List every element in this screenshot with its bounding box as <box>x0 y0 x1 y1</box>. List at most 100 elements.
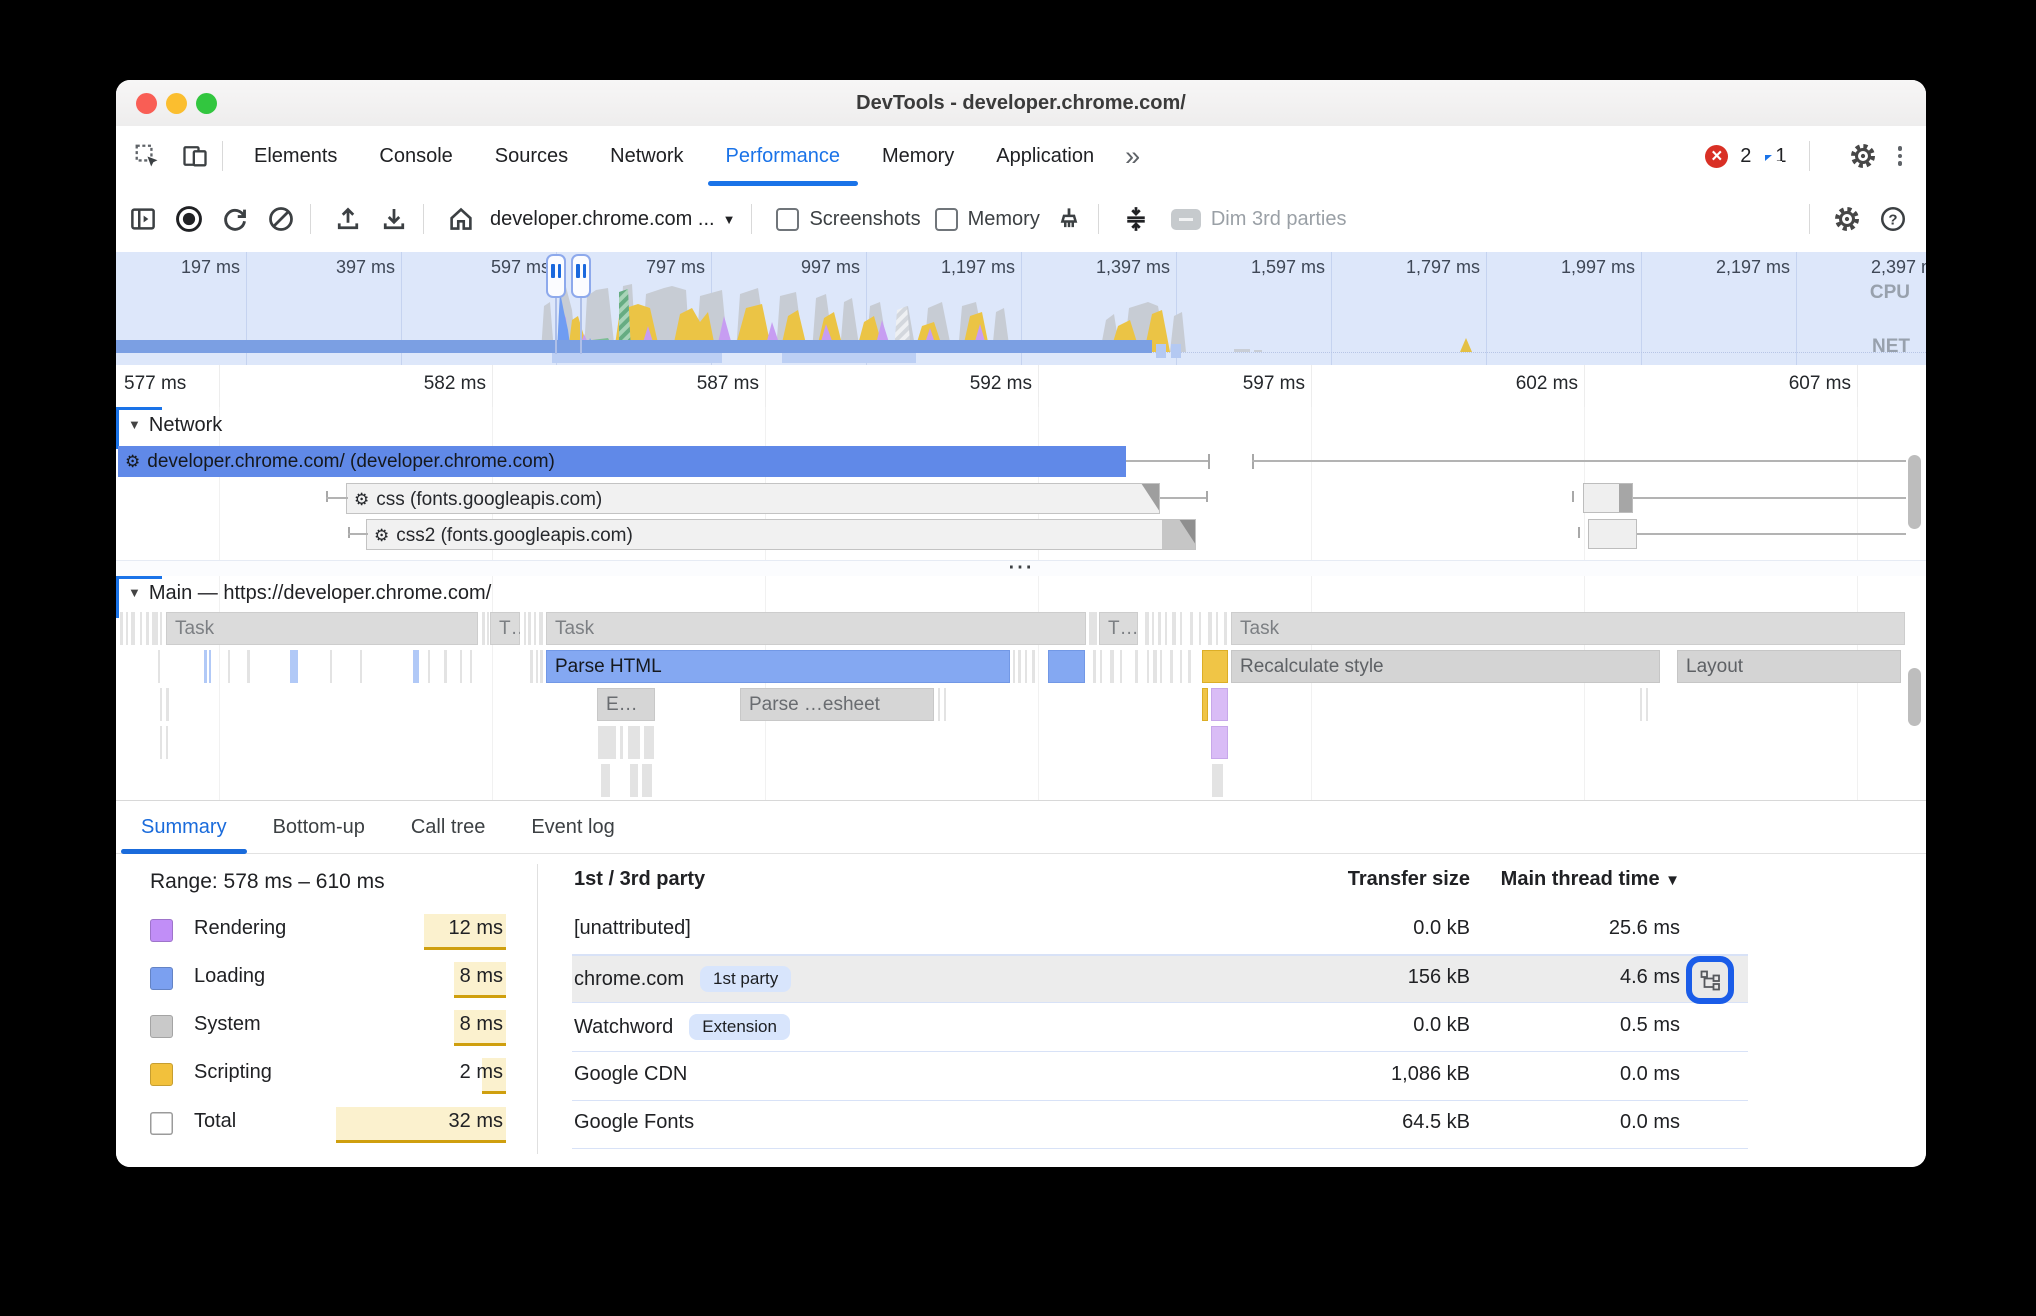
network-request-bar[interactable]: ⚙developer.chrome.com/ (developer.chrome… <box>118 446 1126 477</box>
selection-handle-left[interactable] <box>546 254 566 298</box>
legend-swatch[interactable] <box>150 1015 173 1038</box>
track-gridline <box>1857 407 1858 560</box>
vertical-scrollbar-thumb[interactable] <box>1908 668 1921 726</box>
detail-time-ruler[interactable]: 577 ms582 ms587 ms592 ms597 ms602 ms607 … <box>116 365 1926 408</box>
screenshots-label[interactable]: Screenshots <box>809 208 920 231</box>
upload-profile-icon[interactable] <box>329 200 367 238</box>
reload-record-icon[interactable] <box>216 200 254 238</box>
ruler-gridline <box>219 365 220 407</box>
tab-call-tree[interactable]: Call tree <box>388 801 508 854</box>
task-bar[interactable]: Task <box>166 612 478 645</box>
parse-html-bar[interactable] <box>1048 650 1085 683</box>
clear-icon[interactable] <box>262 200 300 238</box>
device-toolbar-icon[interactable] <box>178 139 212 173</box>
request-box[interactable] <box>1588 519 1637 549</box>
panel-settings-gear-icon[interactable] <box>1828 200 1866 238</box>
collapse-triangle-icon[interactable]: ▼ <box>128 585 141 600</box>
task-bar[interactable]: Recalculate style <box>1231 650 1660 683</box>
task-sliver <box>146 612 149 645</box>
timeline-overview[interactable]: 197 ms397 ms597 ms797 ms997 ms1,197 ms1,… <box>116 252 1926 366</box>
tab-sources[interactable]: Sources <box>474 126 589 186</box>
annotation-ring-icon[interactable] <box>1686 956 1734 1004</box>
legend-value: 8 ms <box>457 1013 506 1036</box>
net-activity-segment <box>782 353 916 363</box>
screenshots-checkbox[interactable] <box>776 208 799 231</box>
legend-row: Rendering12 ms <box>150 914 506 950</box>
task-bar[interactable]: E… <box>597 688 655 721</box>
gear-icon: ⚙ <box>354 490 369 509</box>
home-icon[interactable] <box>442 200 480 238</box>
window-titlebar: DevTools - developer.chrome.com/ <box>116 80 1926 127</box>
tab-event-log[interactable]: Event log <box>508 801 637 854</box>
table-row[interactable]: chrome.com1st party156 kB4.6 ms <box>572 955 1748 1003</box>
memory-label[interactable]: Memory <box>968 208 1040 231</box>
legend-swatch[interactable] <box>150 919 173 942</box>
tab-bottom-up[interactable]: Bottom-up <box>250 801 388 854</box>
collapse-triangle-icon[interactable]: ▼ <box>128 417 141 432</box>
settings-gear-icon[interactable] <box>1846 139 1880 173</box>
legend-value: 2 ms <box>457 1061 506 1084</box>
legend-swatch[interactable] <box>150 967 173 990</box>
more-tabs-icon[interactable]: » <box>1115 128 1150 184</box>
tab-summary[interactable]: Summary <box>118 801 250 854</box>
task-sliver <box>644 726 654 759</box>
memory-checkbox[interactable] <box>935 208 958 231</box>
network-request-bar[interactable]: ⚙css (fonts.googleapis.com) <box>346 483 1160 514</box>
dim-third-parties-toggle[interactable] <box>1171 209 1201 230</box>
task-sliver[interactable] <box>1212 764 1223 797</box>
legend-swatch[interactable] <box>150 1063 173 1086</box>
garbage-collect-icon[interactable] <box>1050 200 1088 238</box>
network-track-header[interactable]: ▼Network <box>128 414 222 437</box>
toggle-sidebar-icon[interactable] <box>124 200 162 238</box>
selection-handle-right[interactable] <box>571 254 591 298</box>
task-bar[interactable]: Parse …esheet <box>740 688 934 721</box>
rendering-slice[interactable] <box>1211 726 1228 759</box>
table-row[interactable]: Google Fonts64.5 kB0.0 ms <box>572 1101 1748 1149</box>
legend-swatch[interactable] <box>150 1112 173 1135</box>
task-bar[interactable]: Task <box>546 612 1086 645</box>
task-sliver <box>1120 650 1122 683</box>
col-header-transfer[interactable]: Transfer size <box>1348 868 1470 891</box>
kebab-menu-icon[interactable] <box>1892 146 1909 166</box>
task-bar[interactable]: Layout <box>1677 650 1901 683</box>
error-count[interactable]: 2 <box>1740 145 1751 168</box>
table-row[interactable]: WatchwordExtension0.0 kB0.5 ms <box>572 1004 1748 1052</box>
col-header-party[interactable]: 1st / 3rd party <box>574 868 705 891</box>
parse-html-bar[interactable]: Parse HTML <box>546 650 1010 683</box>
task-bar[interactable]: T… <box>490 612 520 645</box>
download-profile-icon[interactable] <box>375 200 413 238</box>
track-splitter-handle[interactable]: ⋯ <box>116 560 1926 577</box>
record-icon[interactable] <box>170 200 208 238</box>
col-header-time[interactable]: Main thread time ▼ <box>1501 868 1680 891</box>
task-sliver[interactable] <box>598 726 616 759</box>
collapse-tracks-icon[interactable] <box>1117 200 1155 238</box>
rendering-slice[interactable] <box>1211 688 1228 721</box>
tab-application[interactable]: Application <box>975 126 1115 186</box>
help-icon[interactable]: ? <box>1874 200 1912 238</box>
request-box[interactable] <box>1583 483 1633 513</box>
history-dropdown[interactable]: developer.chrome.com ... ▼ <box>490 208 735 231</box>
tab-memory[interactable]: Memory <box>861 126 975 186</box>
task-bar[interactable]: Task <box>1231 612 1905 645</box>
tab-performance[interactable]: Performance <box>705 126 862 186</box>
chevron-down-icon: ▼ <box>723 212 736 227</box>
network-request-bar[interactable]: ⚙css2 (fonts.googleapis.com) <box>366 519 1196 550</box>
tab-console[interactable]: Console <box>358 126 473 186</box>
table-row[interactable]: [unattributed]0.0 kB25.6 ms <box>572 907 1748 955</box>
scripting-slice[interactable] <box>1202 650 1228 683</box>
issue-count[interactable]: 1 <box>1775 145 1786 168</box>
request-whisker <box>348 533 368 535</box>
main-track-header[interactable]: ▼Main — https://developer.chrome.com/ <box>128 582 491 605</box>
tab-elements[interactable]: Elements <box>233 126 358 186</box>
main-thread-track[interactable]: ▼Main — https://developer.chrome.com/ Ta… <box>116 576 1926 800</box>
vertical-scrollbar-thumb[interactable] <box>1908 455 1921 529</box>
network-track[interactable]: ▼Network ⚙developer.chrome.com/ (develop… <box>116 407 1926 560</box>
error-icon[interactable]: × <box>1705 145 1728 168</box>
network-request-label: developer.chrome.com/ (developer.chrome.… <box>147 451 555 472</box>
inspect-icon[interactable] <box>130 139 164 173</box>
task-sliver[interactable] <box>628 726 640 759</box>
legend-name: System <box>194 1013 261 1036</box>
task-bar[interactable]: T… <box>1099 612 1138 645</box>
table-row[interactable]: Google CDN1,086 kB0.0 ms <box>572 1053 1748 1101</box>
tab-network[interactable]: Network <box>589 126 704 186</box>
